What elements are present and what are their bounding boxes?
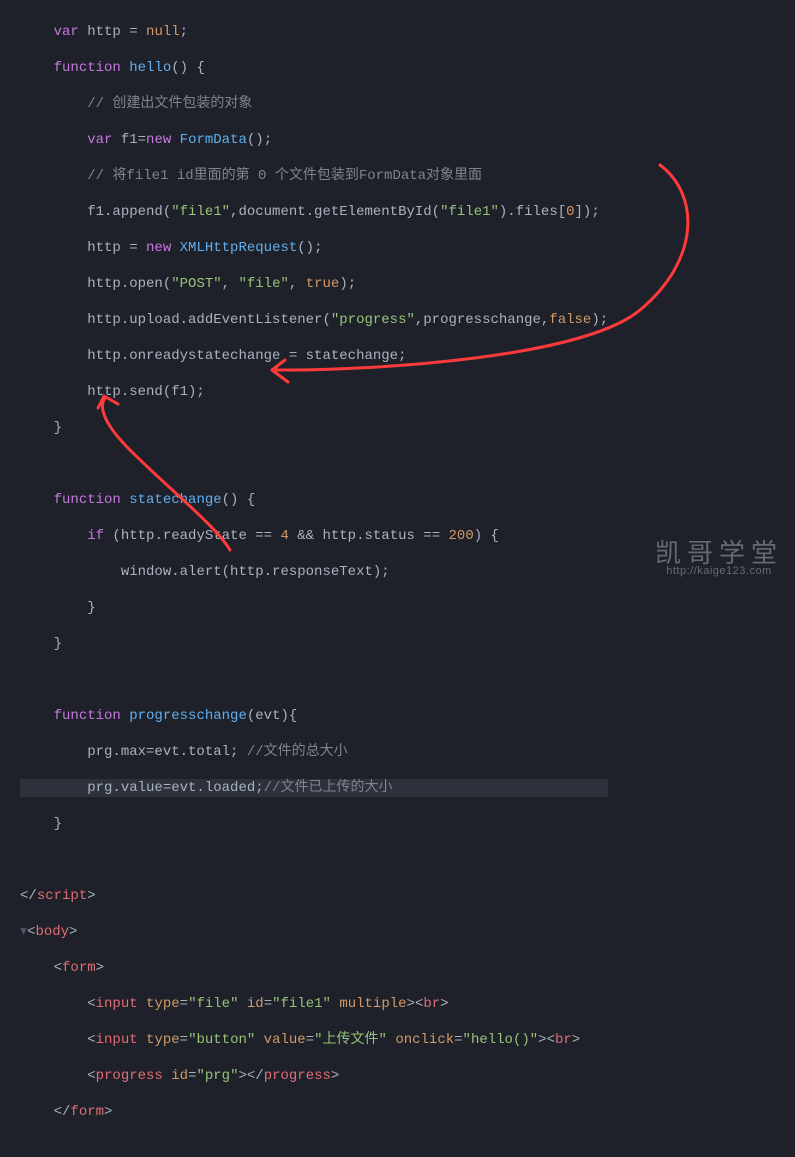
code-line: http = new XMLHttpRequest(); xyxy=(20,239,608,257)
code-line: ▾<body> xyxy=(20,923,608,941)
code-line: </script> xyxy=(20,887,608,905)
code-line-highlighted: prg.value=evt.loaded;//文件已上传的大小 xyxy=(20,779,608,797)
code-line: } xyxy=(20,635,608,653)
code-line: http.onreadystatechange = statechange; xyxy=(20,347,608,365)
code-line xyxy=(20,455,608,473)
code-line: window.alert(http.responseText); xyxy=(20,563,608,581)
code-line: http.upload.addEventListener("progress",… xyxy=(20,311,608,329)
code-line: function statechange() { xyxy=(20,491,608,509)
code-line: if (http.readyState == 4 && http.status … xyxy=(20,527,608,545)
code-editor: var http = null; function hello() { // 创… xyxy=(0,0,795,594)
code-line: <progress id="prg"></progress> xyxy=(20,1067,608,1085)
code-line: var f1=new FormData(); xyxy=(20,131,608,149)
code-line: function hello() { xyxy=(20,59,608,77)
code-line: http.open("POST", "file", true); xyxy=(20,275,608,293)
code-line: // 将file1 id里面的第 0 个文件包装到FormData对象里面 xyxy=(20,167,608,185)
code-line: <input type="button" value="上传文件" onclic… xyxy=(20,1031,608,1049)
code-line: prg.max=evt.total; //文件的总大小 xyxy=(20,743,608,761)
code-line: } xyxy=(20,599,608,617)
code-line: <form> xyxy=(20,959,608,977)
code-line: http.send(f1); xyxy=(20,383,608,401)
code-line: function progresschange(evt){ xyxy=(20,707,608,725)
code-line: <input type="file" id="file1" multiple><… xyxy=(20,995,608,1013)
fold-marker: ▾ xyxy=(20,924,27,940)
code-line: var http = null; xyxy=(20,23,608,41)
line-number-gutter xyxy=(0,0,12,594)
code-line: </form> xyxy=(20,1103,608,1121)
code-line xyxy=(20,851,608,869)
code-area: var http = null; function hello() { // 创… xyxy=(12,0,608,594)
code-line: } xyxy=(20,419,608,437)
code-line: f1.append("file1",document.getElementByI… xyxy=(20,203,608,221)
code-line xyxy=(20,671,608,689)
code-line: // 创建出文件包装的对象 xyxy=(20,95,608,113)
code-line: } xyxy=(20,815,608,833)
